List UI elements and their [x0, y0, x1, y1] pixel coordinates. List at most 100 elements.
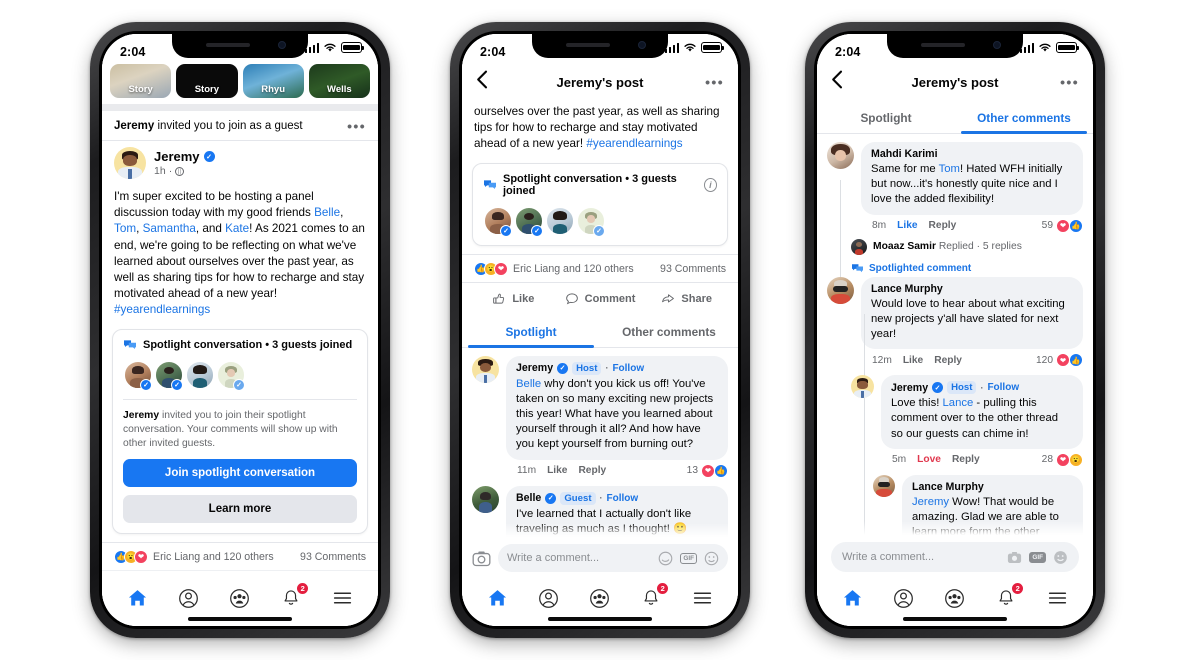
back-button[interactable] — [476, 70, 498, 94]
nav-home[interactable] — [838, 586, 868, 610]
comments-count[interactable]: 93 Comments — [660, 263, 726, 275]
hashtag-link[interactable]: #yearendlearnings — [114, 303, 210, 316]
replies-summary-row[interactable]: Moaaz Samir Replied · 5 replies — [817, 233, 1093, 255]
emoji-icon[interactable] — [1053, 550, 1068, 565]
back-button[interactable] — [831, 70, 853, 94]
guest-avatar-wrap[interactable]: ✓ — [216, 359, 246, 391]
comment-reply-action[interactable]: Reply — [578, 465, 606, 476]
tab-spotlight[interactable]: Spotlight — [817, 102, 955, 133]
comment-like-action[interactable]: Like — [897, 220, 917, 231]
comment-author-name[interactable]: Jeremy — [891, 382, 928, 394]
comment-reaction-count[interactable]: 28 ❤ 😮 — [1042, 452, 1083, 467]
follow-link[interactable]: Follow — [612, 363, 644, 374]
comment-like-action[interactable]: Like — [547, 465, 567, 476]
more-options-button[interactable]: ••• — [1057, 75, 1079, 89]
post-author-name[interactable]: Jeremy ✓ — [154, 149, 215, 164]
comment-author-name[interactable]: Lance Murphy — [871, 283, 943, 295]
like-button[interactable]: Like — [470, 287, 557, 311]
avatar[interactable] — [114, 147, 146, 179]
comment-reaction-count[interactable]: 13 ❤ 👍 — [687, 463, 728, 478]
info-icon[interactable]: i — [703, 177, 717, 192]
story-card[interactable]: Rhyu — [242, 64, 304, 98]
guest-avatar-wrap[interactable]: ✓ — [576, 205, 606, 237]
mention-lance[interactable]: Lance — [943, 397, 974, 409]
nav-home[interactable] — [123, 586, 153, 610]
avatar[interactable] — [873, 474, 895, 497]
guest-avatar-wrap[interactable] — [545, 205, 575, 236]
comments-count[interactable]: 93 Comments — [300, 551, 366, 563]
comment-author-name[interactable]: Mahdi Karimi — [871, 148, 938, 160]
nav-menu[interactable] — [1042, 586, 1072, 610]
post-menu-button[interactable]: ••• — [347, 119, 366, 133]
reaction-pills[interactable]: 👍 😮 ❤ Eric Liang and 120 others — [114, 549, 274, 564]
nav-notifications[interactable]: 2 — [276, 582, 310, 610]
gif-icon[interactable]: GIF — [1029, 551, 1046, 563]
join-spotlight-conversation-button[interactable]: Join spotlight conversation — [123, 458, 357, 487]
tab-spotlight[interactable]: Spotlight — [462, 316, 600, 348]
avatar[interactable] — [827, 276, 854, 304]
mention-kate[interactable]: Kate — [225, 222, 249, 235]
comment-like-action[interactable]: Like — [903, 355, 923, 366]
comment-author-name[interactable]: Lance Murphy — [912, 481, 984, 493]
guest-avatar-wrap[interactable] — [185, 359, 215, 390]
nav-groups[interactable] — [225, 586, 255, 610]
comment-text-pre: Love this! — [891, 397, 943, 410]
nav-profile[interactable] — [534, 586, 564, 610]
story-card[interactable]: Wells — [308, 64, 370, 98]
more-options-button[interactable]: ••• — [702, 75, 724, 89]
mention-tom[interactable]: Tom — [114, 222, 136, 235]
guest-avatar-wrap[interactable]: ✓ — [483, 205, 513, 237]
camera-icon[interactable] — [472, 550, 491, 567]
nav-groups[interactable] — [940, 586, 970, 610]
learn-more-button[interactable]: Learn more — [123, 494, 357, 523]
stories-tray[interactable]: Story Story Rhyu Wells — [102, 64, 378, 104]
avatar[interactable] — [472, 485, 499, 513]
nav-notifications[interactable]: 2 — [636, 582, 670, 610]
guest-avatar-wrap[interactable]: ✓ — [123, 359, 153, 391]
mention-tom[interactable]: Tom — [939, 163, 960, 175]
gif-icon[interactable]: GIF — [680, 552, 697, 564]
tab-other-comments[interactable]: Other comments — [600, 316, 738, 347]
comment-reaction-count[interactable]: 120 ❤ 👍 — [1036, 353, 1083, 368]
comment-author-name[interactable]: Belle — [516, 492, 541, 504]
nav-notifications[interactable]: 2 — [991, 582, 1025, 610]
mention-belle[interactable]: Belle — [516, 378, 541, 390]
nav-home[interactable] — [483, 586, 513, 610]
nav-profile[interactable] — [889, 586, 919, 610]
comment-reply-action[interactable]: Reply — [929, 220, 957, 231]
guest-avatar-wrap[interactable]: ✓ — [154, 359, 184, 391]
sticker-icon[interactable] — [658, 551, 673, 566]
comments-scroll-3[interactable]: Mahdi Karimi Same for me Tom! Hated WFH … — [817, 134, 1093, 535]
hashtag-link[interactable]: #yearendlearnings — [586, 137, 682, 150]
comment-button[interactable]: Comment — [557, 287, 644, 311]
comment-author-name[interactable]: Jeremy — [516, 362, 553, 374]
nav-menu[interactable] — [327, 586, 357, 610]
comment-love-action[interactable]: Love — [917, 454, 941, 465]
mention-samantha[interactable]: Samantha — [143, 222, 196, 235]
mention-jeremy[interactable]: Jeremy — [912, 496, 949, 508]
nav-profile[interactable] — [174, 586, 204, 610]
comment-input[interactable]: Write a comment... GIF — [498, 544, 728, 572]
feed-scroll-area-1[interactable]: Jeremy invited you to join as a guest ••… — [102, 111, 378, 579]
story-card[interactable]: Story — [176, 64, 238, 98]
emoji-icon[interactable] — [704, 551, 719, 566]
avatar[interactable] — [472, 355, 499, 383]
nav-menu[interactable] — [687, 586, 717, 610]
avatar[interactable] — [827, 142, 854, 169]
comment-reply-action[interactable]: Reply — [952, 454, 980, 465]
reaction-pills[interactable]: 👍 😮 ❤ Eric Liang and 120 others — [474, 261, 634, 276]
post-detail-scroll-2[interactable]: ourselves over the past year, as well as… — [462, 102, 738, 537]
follow-link[interactable]: Follow — [987, 382, 1019, 393]
nav-groups[interactable] — [585, 586, 615, 610]
share-button[interactable]: Share — [643, 287, 730, 311]
tab-other-comments[interactable]: Other comments — [955, 102, 1093, 134]
story-card[interactable]: Story — [110, 64, 172, 98]
comment-reaction-count[interactable]: 59 ❤ 👍 — [1042, 218, 1083, 233]
follow-link[interactable]: Follow — [607, 493, 639, 504]
camera-icon[interactable] — [1007, 550, 1022, 565]
comment-reply-action[interactable]: Reply — [934, 355, 962, 366]
avatar[interactable] — [851, 375, 874, 399]
comment-input[interactable]: Write a comment... GIF — [831, 542, 1079, 572]
guest-avatar-wrap[interactable]: ✓ — [514, 205, 544, 237]
mention-belle[interactable]: Belle — [314, 206, 340, 219]
